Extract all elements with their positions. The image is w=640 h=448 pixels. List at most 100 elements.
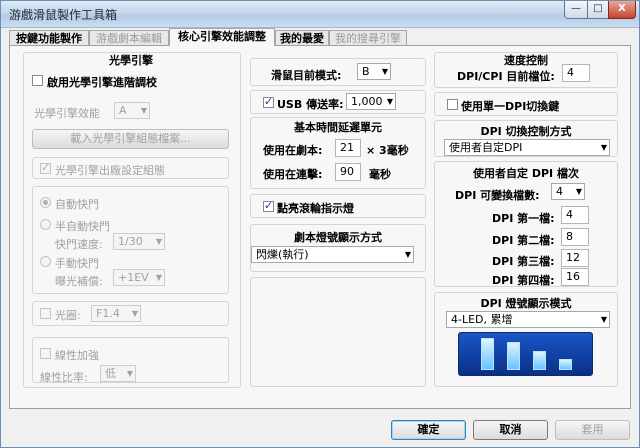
script-delay-label: 使用在劇本: — [263, 144, 323, 157]
mouse-mode-label: 滑鼠目前模式: — [271, 69, 342, 82]
aperture-value: F1.4 — [96, 307, 120, 320]
aperture-checkbox[interactable] — [40, 308, 51, 319]
dpi-led-select[interactable]: 4-LED, 累增 ▼ — [446, 311, 610, 328]
dpi-led-title: DPI 燈號顯示模式 — [480, 297, 572, 310]
dpi-led-preview — [458, 332, 593, 376]
exposure-select[interactable]: +1EV ▼ — [113, 269, 165, 286]
dpi-level-label: DPI 第二檔: — [492, 234, 555, 247]
dpi-level-input[interactable]: 8 — [561, 228, 589, 246]
dpi-switch-value: 使用者自定DPI — [449, 141, 523, 154]
chevron-down-icon: ▼ — [140, 106, 147, 115]
cancel-button[interactable]: 取消 — [473, 420, 548, 440]
exposure-value: +1EV — [118, 271, 149, 284]
shutter-speed-value: 1/30 — [118, 235, 143, 248]
script-light-title: 劇本燈號顯示方式 — [294, 231, 382, 244]
chevron-down-icon: ▼ — [404, 250, 411, 259]
window-title: 游戲滑鼠製作工具箱 — [9, 8, 118, 22]
tab-favorites[interactable]: 我的最愛 — [275, 30, 329, 45]
wheel-light-label: 點亮滾輪指示燈 — [277, 202, 354, 215]
close-button[interactable]: X — [608, 1, 636, 19]
delay-title: 基本時間延遲單元 — [294, 121, 382, 134]
linear-ratio-value: 低 — [105, 367, 116, 380]
current-dpi-label: DPI/CPI 目前檔位: — [457, 70, 555, 83]
middle-empty-group — [250, 277, 426, 387]
macro-delay-input[interactable]: 90 — [335, 163, 361, 181]
dpi-level-label: DPI 第三檔: — [492, 255, 555, 268]
script-light-select[interactable]: 閃爍(執行) ▼ — [251, 246, 414, 263]
script-delay-unit: × 3毫秒 — [366, 144, 409, 157]
dpi-switch-title: DPI 切換控制方式 — [480, 125, 572, 138]
dpi-count-select[interactable]: 4 ▼ — [551, 183, 585, 200]
chevron-down-icon: ▼ — [155, 237, 162, 246]
tab-core-engine[interactable]: 核心引擎效能調整 — [169, 28, 275, 46]
single-dpi-label: 使用單一DPI切換鍵 — [461, 100, 560, 113]
current-dpi-input[interactable]: 4 — [562, 64, 590, 82]
advanced-tuning-checkbox[interactable] — [32, 75, 43, 86]
chevron-down-icon: ▼ — [155, 273, 162, 282]
chevron-down-icon: ▼ — [386, 97, 393, 106]
aperture-select[interactable]: F1.4 ▼ — [91, 305, 141, 322]
tab-button-function[interactable]: 按鍵功能製作 — [9, 30, 89, 45]
usb-rate-checkbox[interactable] — [263, 95, 274, 108]
usb-rate-value: 1,000 — [351, 95, 383, 108]
exposure-label: 曝光補償: — [55, 275, 103, 288]
auto-shutter-label: 自動快門 — [55, 198, 99, 211]
linear-boost-label: 線性加強 — [55, 349, 99, 362]
app-window: 游戲滑鼠製作工具箱 — □ X 按鍵功能製作 游戲劇本編輯 核心引擎效能調整 我… — [0, 0, 640, 448]
shutter-speed-select[interactable]: 1/30 ▼ — [113, 233, 165, 250]
manual-shutter-radio[interactable] — [40, 256, 51, 267]
mouse-mode-value: B — [362, 65, 370, 78]
chevron-down-icon: ▼ — [126, 369, 133, 378]
speed-control-title: 速度控制 — [504, 54, 548, 67]
dpi-level-input[interactable]: 16 — [561, 268, 589, 286]
dpi-level-input[interactable]: 12 — [561, 249, 589, 267]
chevron-down-icon: ▼ — [600, 143, 607, 152]
tab-script-edit[interactable]: 游戲劇本編輯 — [89, 30, 169, 45]
script-light-value: 閃爍(執行) — [256, 248, 309, 261]
wheel-light-checkbox[interactable] — [263, 199, 274, 212]
ok-button[interactable]: 確定 — [391, 420, 466, 440]
engine-efficiency-select[interactable]: A ▼ — [114, 102, 150, 119]
dpi-count-value: 4 — [556, 185, 563, 198]
dpi-level-label: DPI 第四檔: — [492, 274, 555, 287]
aperture-label: 光圈: — [55, 309, 81, 322]
tab-search-engine[interactable]: 我的搜尋引擎 — [329, 30, 407, 45]
usb-rate-select[interactable]: 1,000 ▼ — [346, 93, 396, 110]
auto-shutter-radio[interactable] — [40, 197, 51, 208]
factory-config-label: 光學引擎出廠設定組態 — [55, 164, 165, 177]
semi-auto-shutter-radio[interactable] — [40, 219, 51, 230]
linear-boost-checkbox[interactable] — [40, 348, 51, 359]
minimize-button[interactable]: — — [564, 1, 588, 19]
advanced-tuning-label: 啟用光學引擎進階調校 — [47, 76, 157, 89]
dpi-switch-select[interactable]: 使用者自定DPI ▼ — [444, 139, 610, 156]
linear-ratio-select[interactable]: 低 ▼ — [100, 365, 136, 382]
semi-auto-shutter-label: 半自動快門 — [55, 220, 110, 233]
chevron-down-icon: ▼ — [131, 309, 138, 318]
single-dpi-checkbox[interactable] — [447, 99, 458, 110]
maximize-button[interactable]: □ — [587, 1, 609, 19]
shutter-speed-label: 快門速度: — [55, 238, 103, 251]
dpi-led-bar — [481, 338, 494, 370]
usb-rate-label: USB 傳送率: — [277, 98, 344, 111]
chevron-down-icon: ▼ — [600, 315, 607, 324]
load-config-button[interactable]: 載入光學引擎組態檔案... — [32, 129, 229, 149]
dpi-count-label: DPI 可變換檔數: — [455, 189, 540, 202]
dpi-led-value: 4-LED, 累增 — [451, 313, 513, 326]
optical-engine-title: 光學引擎 — [109, 54, 153, 67]
apply-button[interactable]: 套用 — [555, 420, 630, 440]
factory-config-checkbox[interactable] — [40, 161, 51, 174]
engine-efficiency-value: A — [119, 104, 127, 117]
mouse-mode-select[interactable]: B ▼ — [357, 63, 391, 80]
dpi-led-bar — [533, 351, 546, 370]
title-bar: 游戲滑鼠製作工具箱 — □ X — [1, 1, 639, 28]
script-delay-input[interactable]: 21 — [335, 139, 361, 157]
custom-dpi-title: 使用者自定 DPI 檔次 — [473, 167, 579, 180]
dpi-led-bar — [559, 359, 572, 370]
dpi-level-input[interactable]: 4 — [561, 206, 589, 224]
manual-shutter-label: 手動快門 — [55, 257, 99, 270]
macro-delay-label: 使用在連擊: — [263, 168, 323, 181]
chevron-down-icon: ▼ — [381, 67, 388, 76]
engine-efficiency-label: 光學引擎效能 — [34, 107, 100, 120]
dpi-led-bar — [507, 342, 520, 370]
dpi-level-label: DPI 第一檔: — [492, 212, 555, 225]
